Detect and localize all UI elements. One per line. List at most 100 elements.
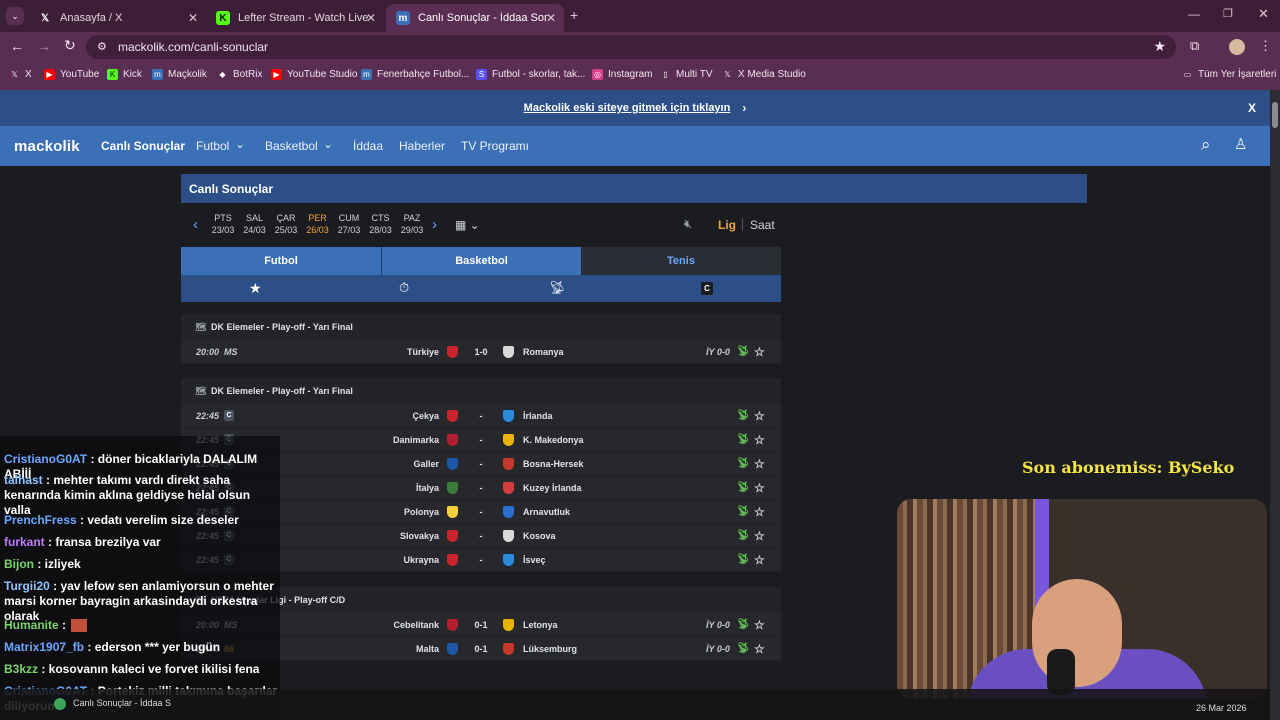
favorite-star-icon[interactable]: ☆: [754, 642, 765, 656]
favorite-star-icon[interactable]: ☆: [754, 433, 765, 447]
bookmark-x[interactable]: 𝕏X: [9, 69, 31, 80]
close-tab-icon[interactable]: ✕: [366, 11, 376, 25]
user-icon[interactable]: ♙: [1234, 135, 1247, 153]
tv-broadcast-icon[interactable]: 📡︎: [737, 506, 750, 517]
minimize-icon[interactable]: —: [1188, 7, 1200, 21]
day-selector-0[interactable]: PTS 23/03: [209, 212, 237, 236]
old-site-notice[interactable]: Mackolik eski siteye gitmek için tıklayı…: [0, 90, 1270, 126]
day-selector-5[interactable]: CTS 28/03: [367, 212, 395, 236]
tab-kick[interactable]: K Lefter Stream - Watch Live on K ✕: [206, 4, 384, 32]
day-selector-3[interactable]: PER 26/03: [304, 212, 332, 236]
all-bookmarks[interactable]: ▭ Tüm Yer İşaretleri: [1182, 69, 1277, 80]
tv-broadcast-icon[interactable]: 📡︎: [737, 554, 750, 565]
forward-icon[interactable]: →: [37, 38, 51, 54]
home-team[interactable]: Slovakya: [400, 531, 439, 541]
chevron-down-icon[interactable]: ⌄: [323, 137, 333, 151]
chat-username[interactable]: CristianoG0AT: [4, 452, 87, 466]
favorite-star-icon[interactable]: ☆: [754, 553, 765, 567]
close-tab-icon[interactable]: ✕: [188, 11, 198, 25]
bookmark-futbol-skorlar[interactable]: S Futbol - skorlar, tak...: [476, 69, 585, 80]
bookmark-mackolik[interactable]: m Maçkolik: [152, 69, 207, 80]
home-team[interactable]: Türkiye: [407, 347, 439, 357]
home-team[interactable]: Polonya: [404, 507, 439, 517]
nav-basketbol[interactable]: Basketbol: [265, 139, 318, 153]
away-team[interactable]: Bosna-Hersek: [523, 459, 584, 469]
favorite-star-icon[interactable]: ☆: [754, 481, 765, 495]
bookmark-youtube[interactable]: ▶ YouTube: [44, 69, 99, 80]
nav-iddaa[interactable]: İddaa: [353, 139, 383, 153]
bookmark-botrix[interactable]: ◆ BotRix: [217, 69, 262, 80]
home-team[interactable]: Çekya: [412, 411, 439, 421]
bookmark-kick[interactable]: K Kick: [107, 69, 142, 80]
bookmark-instagram[interactable]: ◎ Instagram: [592, 69, 652, 80]
favorite-star-icon[interactable]: ☆: [754, 345, 765, 359]
bookmark-multitv[interactable]: ▯ Multi TV: [660, 69, 712, 80]
restore-icon[interactable]: ❐: [1223, 7, 1233, 20]
nav-canli-sonuclar[interactable]: Canlı Sonuçlar: [101, 139, 185, 153]
mute-icon[interactable]: 🔇︎: [684, 216, 692, 232]
tab-basketbol[interactable]: Basketbol: [381, 247, 581, 275]
chat-username[interactable]: Humanite: [4, 618, 59, 632]
tab-mackolik[interactable]: m Canlı Sonuçlar - İddaa Sonuçla ✕: [386, 4, 564, 32]
tab-list-chevron-icon[interactable]: ⌄: [6, 7, 24, 25]
favorite-star-icon[interactable]: ☆: [754, 529, 765, 543]
day-selector-4[interactable]: CUM 27/03: [335, 212, 363, 236]
tab-x[interactable]: 𝕏 Anasayfa / X ✕: [28, 4, 206, 32]
site-logo[interactable]: mackolik: [14, 138, 80, 155]
tv-broadcast-icon[interactable]: 📡︎: [737, 434, 750, 445]
notice-close-button[interactable]: X: [1248, 101, 1256, 115]
new-tab-icon[interactable]: +: [570, 7, 578, 23]
home-team[interactable]: Galler: [413, 459, 439, 469]
bookmark-x-media-studio[interactable]: 𝕏X Media Studio: [722, 69, 806, 80]
taskbar-app-icon[interactable]: [54, 698, 66, 710]
away-team[interactable]: Kosova: [523, 531, 556, 541]
day-selector-2[interactable]: ÇAR 25/03: [272, 212, 300, 236]
search-icon[interactable]: ⌕: [1201, 135, 1211, 155]
day-selector-6[interactable]: PAZ 29/03: [398, 212, 426, 236]
nav-futbol[interactable]: Futbol: [196, 139, 229, 153]
tv-broadcast-icon[interactable]: 📡︎: [737, 530, 750, 541]
nav-haberler[interactable]: Haberler: [399, 139, 445, 153]
match-row[interactable]: 22:45 C Çekya - İrlanda 📡︎ ☆: [181, 404, 781, 428]
favorite-star-icon[interactable]: ☆: [754, 457, 765, 471]
close-tab-icon[interactable]: ✕: [546, 11, 556, 25]
home-team[interactable]: İtalya: [416, 483, 439, 493]
match-row[interactable]: 20:00 MS Türkiye 1-0 Romanya İY 0-0 📡︎ ☆: [181, 340, 781, 364]
away-team[interactable]: K. Makedonya: [523, 435, 584, 445]
page-scrollbar[interactable]: [1270, 90, 1280, 720]
tab-tenis[interactable]: Tenis: [581, 247, 781, 275]
favorite-star-icon[interactable]: ☆: [754, 409, 765, 423]
taskbar-app-title[interactable]: Canlı Sonuçlar - İddaa S: [73, 698, 171, 708]
site-info-icon[interactable]: ⚙: [97, 40, 107, 53]
bookmark-star-icon[interactable]: ★: [1153, 38, 1166, 55]
away-team[interactable]: Romanya: [523, 347, 564, 357]
chat-username[interactable]: furkant: [4, 535, 45, 549]
away-team[interactable]: Lüksemburg: [523, 644, 577, 654]
away-team[interactable]: Letonya: [523, 620, 558, 630]
old-site-link[interactable]: Mackolik eski siteye gitmek için tıklayı…: [524, 102, 731, 114]
live-timer-icon[interactable]: ⏱︎: [399, 280, 409, 296]
favorite-star-icon[interactable]: ☆: [754, 618, 765, 632]
league-header[interactable]: 🗺︎ DK Elemeler - Play-off - Yarı Final: [181, 378, 781, 404]
url-input[interactable]: ⚙ mackolik.com/canli-sonuclar ★: [86, 35, 1176, 59]
bookmark-youtube-studio[interactable]: ▶ YouTube Studio: [271, 69, 357, 80]
prev-week-icon[interactable]: ‹: [193, 216, 198, 233]
tv-broadcast-icon[interactable]: 📡︎: [737, 346, 750, 357]
back-icon[interactable]: ←: [10, 38, 24, 54]
tv-broadcast-icon[interactable]: 📡︎: [737, 619, 750, 630]
profile-avatar[interactable]: [1229, 39, 1245, 55]
chat-username[interactable]: B3kzz: [4, 662, 38, 676]
calendar-icon[interactable]: ▦ ⌄: [455, 218, 480, 232]
away-team[interactable]: Kuzey İrlanda: [523, 483, 582, 493]
day-selector-1[interactable]: SAL 24/03: [241, 212, 269, 236]
chat-username[interactable]: PrenchFress: [4, 513, 77, 527]
favorite-star-icon[interactable]: ☆: [754, 505, 765, 519]
tab-futbol[interactable]: Futbol: [181, 247, 381, 275]
tv-broadcast-icon[interactable]: 📡︎: [737, 458, 750, 469]
home-team[interactable]: Cebelitank: [393, 620, 439, 630]
scrollbar-thumb[interactable]: [1272, 102, 1278, 128]
league-header[interactable]: 🗺︎ DK Elemeler - Play-off - Yarı Final: [181, 314, 781, 340]
away-team[interactable]: Arnavutluk: [523, 507, 570, 517]
extensions-icon[interactable]: ⧉: [1190, 38, 1199, 54]
favorites-star-icon[interactable]: ★: [249, 280, 262, 297]
